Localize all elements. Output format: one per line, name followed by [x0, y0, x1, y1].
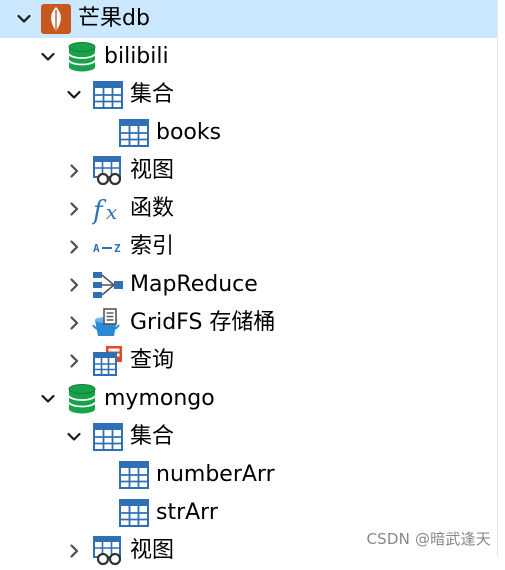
functions-label: 函数	[130, 196, 175, 221]
database-label: mymongo	[104, 386, 215, 411]
chevron-down-icon[interactable]	[38, 47, 58, 67]
table-icon	[92, 79, 124, 111]
view-icon	[92, 155, 124, 187]
tree-row-indexes[interactable]: 索引	[0, 228, 497, 266]
chevron-right-icon[interactable]	[64, 275, 84, 295]
chevron-right-icon[interactable]	[64, 199, 84, 219]
chevron-down-icon[interactable]	[38, 389, 58, 409]
tree-row-connection[interactable]: 芒果db	[0, 0, 497, 38]
table-icon	[118, 117, 150, 149]
views-label: 视图	[130, 158, 175, 183]
database-icon	[66, 383, 98, 415]
connection-label: 芒果db	[78, 6, 150, 31]
views-label: 视图	[130, 538, 175, 563]
scrollbar-track[interactable]	[497, 0, 505, 557]
database-label: bilibili	[104, 44, 169, 69]
collection-label: books	[156, 120, 222, 145]
watermark: CSDN @暗武逢天	[366, 530, 491, 548]
tree-row-database-bilibili[interactable]: bilibili	[0, 38, 497, 76]
collection-label: strArr	[156, 500, 218, 525]
collection-label: numberArr	[156, 462, 275, 487]
collections-label: 集合	[130, 424, 175, 449]
function-icon	[92, 193, 124, 225]
tree-row-collections[interactable]: 集合	[0, 76, 497, 114]
mongodb-leaf-icon	[40, 3, 72, 35]
chevron-down-icon[interactable]	[64, 85, 84, 105]
chevron-down-icon[interactable]	[64, 427, 84, 447]
chevron-down-icon[interactable]	[14, 9, 34, 29]
queries-label: 查询	[130, 348, 175, 373]
tree-row-views[interactable]: 视图	[0, 152, 497, 190]
table-icon	[118, 459, 150, 491]
tree-row-collection-books[interactable]: books	[0, 114, 497, 152]
gridfs-bucket-icon	[92, 307, 124, 339]
database-icon	[66, 41, 98, 73]
navigator-tree: 芒果db bilibili 集合 books 视图 函数 索引 MapReduc…	[0, 0, 505, 557]
table-icon	[92, 421, 124, 453]
index-az-icon	[92, 231, 124, 263]
mapreduce-label: MapReduce	[130, 272, 258, 297]
chevron-right-icon[interactable]	[64, 313, 84, 333]
tree-row-mapreduce[interactable]: MapReduce	[0, 266, 497, 304]
chevron-right-icon[interactable]	[64, 237, 84, 257]
tree-row-gridfs[interactable]: GridFS 存储桶	[0, 304, 497, 342]
view-icon	[92, 535, 124, 567]
table-icon	[118, 497, 150, 529]
query-icon	[92, 345, 124, 377]
tree-row-database-mymongo[interactable]: mymongo	[0, 380, 497, 418]
tree-row-collection-strarr[interactable]: strArr	[0, 494, 497, 532]
gridfs-label: GridFS 存储桶	[130, 310, 276, 335]
collections-label: 集合	[130, 82, 175, 107]
tree-row-functions[interactable]: 函数	[0, 190, 497, 228]
chevron-right-icon[interactable]	[64, 161, 84, 181]
indexes-label: 索引	[130, 234, 175, 259]
tree-row-collections[interactable]: 集合	[0, 418, 497, 456]
tree-row-collection-numberarr[interactable]: numberArr	[0, 456, 497, 494]
chevron-right-icon[interactable]	[64, 351, 84, 371]
mapreduce-icon	[92, 269, 124, 301]
chevron-right-icon[interactable]	[64, 541, 84, 561]
tree-row-queries[interactable]: 查询	[0, 342, 497, 380]
